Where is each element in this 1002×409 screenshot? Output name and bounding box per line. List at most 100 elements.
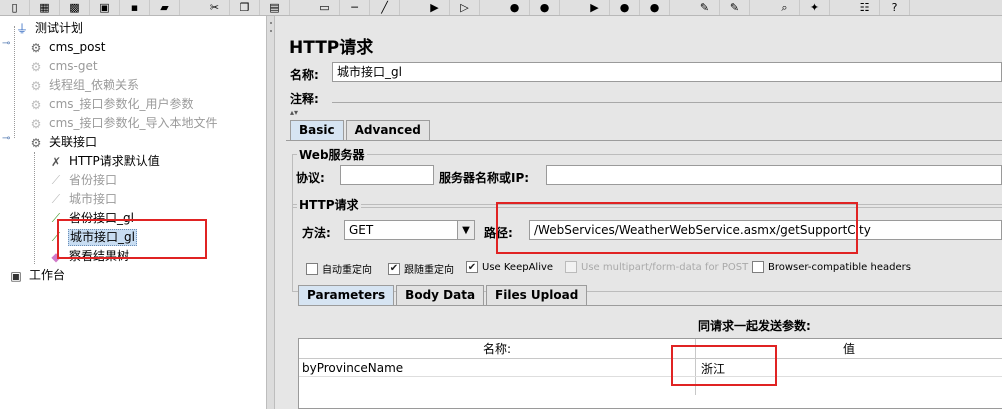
table-cell-name[interactable]: byProvinceName bbox=[302, 360, 403, 376]
clear-icon[interactable]: ✎ bbox=[690, 0, 720, 15]
template-icon[interactable]: ▦ bbox=[30, 0, 60, 15]
thread-group-icon: ⚙ bbox=[30, 116, 42, 131]
workbench-icon: ▣ bbox=[10, 268, 22, 283]
tab-parameters[interactable]: Parameters bbox=[298, 285, 395, 305]
checkmark-icon[interactable]: ✔ bbox=[388, 262, 400, 275]
tree-item-thread-group[interactable]: ⚙ 关联接口 bbox=[28, 133, 98, 152]
comment-label: 注释: bbox=[290, 92, 319, 106]
tree-item-thread-group[interactable]: ⚙ cms_接口参数化_导入本地文件 bbox=[28, 114, 219, 133]
checkbox-label: 自动重定向 bbox=[322, 265, 372, 276]
tab-files-upload[interactable]: Files Upload bbox=[486, 285, 588, 305]
tree-item-label: 城市接口 bbox=[69, 192, 118, 206]
follow-redirect-checkbox[interactable]: ✔ 跟随重定向 bbox=[388, 261, 454, 276]
save-icon[interactable]: ▪ bbox=[120, 0, 150, 15]
remote-stop-icon[interactable]: ● bbox=[610, 0, 640, 15]
protocol-field[interactable] bbox=[340, 165, 434, 185]
server-label: 服务器名称或IP: bbox=[439, 171, 530, 185]
search-icon[interactable]: ⌕ bbox=[770, 0, 800, 15]
tree-item-thread-group[interactable]: ⚙ cms_post bbox=[28, 38, 106, 57]
keepalive-checkbox[interactable]: ✔ Use KeepAlive bbox=[466, 261, 553, 273]
tree-item-config[interactable]: ✗ HTTP请求默认值 bbox=[48, 152, 161, 171]
comment-field[interactable] bbox=[332, 102, 1002, 103]
tree-item-label: cms_接口参数化_导入本地文件 bbox=[49, 116, 218, 130]
checkmark-icon[interactable]: ✔ bbox=[466, 261, 478, 273]
start-icon[interactable]: ▶ bbox=[420, 0, 450, 15]
web-server-legend: Web服务器 bbox=[297, 146, 367, 163]
name-field[interactable]: 城市接口_gl bbox=[332, 62, 1002, 82]
open-icon[interactable]: ▩ bbox=[60, 0, 90, 15]
tree-item-test-plan[interactable]: ⏚ 测试计划 bbox=[14, 19, 84, 38]
toolbar: ▯ ▦ ▩ ▣ ▪ ▰ ✂ ❐ ▤ ▭ ─ ╱ ▶ ▷ ● ● ▶ ● ● ✎ ✎ ⌕ ✦ ☷? bbox=[0, 0, 1002, 16]
toggle-icon[interactable]: ╱ bbox=[370, 0, 400, 15]
toolbar-separator bbox=[830, 0, 850, 15]
sub-tab-border bbox=[298, 305, 1002, 306]
checkbox-label: Use KeepAlive bbox=[482, 261, 554, 273]
toolbar-separator bbox=[400, 0, 420, 15]
chevron-down-icon[interactable]: ▼ bbox=[457, 220, 475, 240]
copy-icon[interactable]: ❐ bbox=[230, 0, 260, 15]
paste-icon[interactable]: ▤ bbox=[260, 0, 290, 15]
column-header-name[interactable]: 名称: bbox=[299, 341, 695, 357]
help-icon[interactable]: ? bbox=[880, 0, 910, 15]
expand-toggle-icon[interactable]: ⊸ bbox=[2, 38, 10, 49]
tree-item-thread-group[interactable]: ⚙ cms-get bbox=[28, 57, 99, 76]
tree-item-sampler[interactable]: ⟋ 城市接口 bbox=[48, 190, 118, 209]
close-icon[interactable]: ▣ bbox=[90, 0, 120, 15]
highlight-box bbox=[671, 345, 777, 386]
clear-all-icon[interactable]: ✎ bbox=[720, 0, 750, 15]
reset-search-icon[interactable]: ✦ bbox=[800, 0, 830, 15]
tab-advanced[interactable]: Advanced bbox=[345, 120, 430, 140]
method-select[interactable]: GET bbox=[344, 220, 458, 240]
tree-item-label: HTTP请求默认值 bbox=[69, 154, 160, 168]
test-plan-icon: ⏚ bbox=[15, 22, 28, 36]
toolbar-separator bbox=[750, 0, 770, 15]
function-helper-icon[interactable]: ☷ bbox=[850, 0, 880, 15]
http-request-legend: HTTP请求 bbox=[297, 196, 361, 213]
toolbar-separator bbox=[670, 0, 690, 15]
tree-item-label: cms-get bbox=[49, 59, 98, 73]
tree-item-label: 关联接口 bbox=[49, 135, 98, 149]
checkbox-box[interactable] bbox=[752, 261, 764, 273]
main-tabs: Basic Advanced bbox=[290, 120, 432, 140]
remote-start-icon[interactable]: ▶ bbox=[580, 0, 610, 15]
thread-group-icon: ⚙ bbox=[30, 135, 42, 150]
start-no-pause-icon[interactable]: ▷ bbox=[450, 0, 480, 15]
save-as-icon[interactable]: ▰ bbox=[150, 0, 180, 15]
tab-body-data[interactable]: Body Data bbox=[396, 285, 485, 305]
method-label: 方法: bbox=[302, 226, 331, 240]
cut-icon[interactable]: ✂ bbox=[200, 0, 230, 15]
checkbox-box bbox=[565, 261, 577, 273]
collapse-icon[interactable]: ─ bbox=[340, 0, 370, 15]
browser-headers-checkbox[interactable]: Browser-compatible headers bbox=[752, 261, 911, 273]
tree-item-label: 工作台 bbox=[29, 268, 66, 282]
collapse-arrows-icon[interactable]: ▴▾ bbox=[290, 108, 298, 117]
stop-icon[interactable]: ● bbox=[500, 0, 530, 15]
checkbox-box[interactable] bbox=[306, 262, 318, 275]
config-element-icon: ✗ bbox=[50, 154, 62, 169]
split-pane-divider[interactable] bbox=[266, 16, 275, 409]
highlight-box bbox=[57, 219, 207, 259]
tab-basic[interactable]: Basic bbox=[290, 120, 344, 140]
tree-item-label: 线程组_依赖关系 bbox=[49, 78, 140, 92]
checkbox-label: Browser-compatible headers bbox=[768, 261, 911, 273]
server-field[interactable] bbox=[546, 165, 1002, 185]
shutdown-icon[interactable]: ● bbox=[530, 0, 560, 15]
tree-item-thread-group[interactable]: ⚙ 线程组_依赖关系 bbox=[28, 76, 140, 95]
parameters-tabs: Parameters Body Data Files Upload bbox=[298, 285, 589, 305]
tree-item-label: cms_接口参数化_用户参数 bbox=[49, 97, 194, 111]
remote-shutdown-icon[interactable]: ● bbox=[640, 0, 670, 15]
new-icon[interactable]: ▯ bbox=[0, 0, 30, 15]
tree-item-workbench[interactable]: ▣ 工作台 bbox=[8, 266, 66, 285]
parameters-table: 名称: 值 byProvinceName 浙江 bbox=[298, 338, 1002, 409]
expand-icon[interactable]: ▭ bbox=[310, 0, 340, 15]
tree-item-thread-group[interactable]: ⚙ cms_接口参数化_用户参数 bbox=[28, 95, 195, 114]
tree-item-label: 省份接口 bbox=[69, 173, 118, 187]
toolbar-separator bbox=[480, 0, 500, 15]
page-title: HTTP请求 bbox=[289, 38, 374, 58]
auto-redirect-checkbox[interactable]: 自动重定向 bbox=[306, 261, 372, 276]
tree-item-sampler[interactable]: ⟋ 省份接口 bbox=[48, 171, 118, 190]
thread-group-icon: ⚙ bbox=[30, 40, 42, 55]
expand-toggle-icon[interactable]: ⊸ bbox=[2, 133, 10, 144]
toolbar-separator bbox=[180, 0, 200, 15]
multipart-checkbox: Use multipart/form-data for POST bbox=[565, 261, 748, 273]
